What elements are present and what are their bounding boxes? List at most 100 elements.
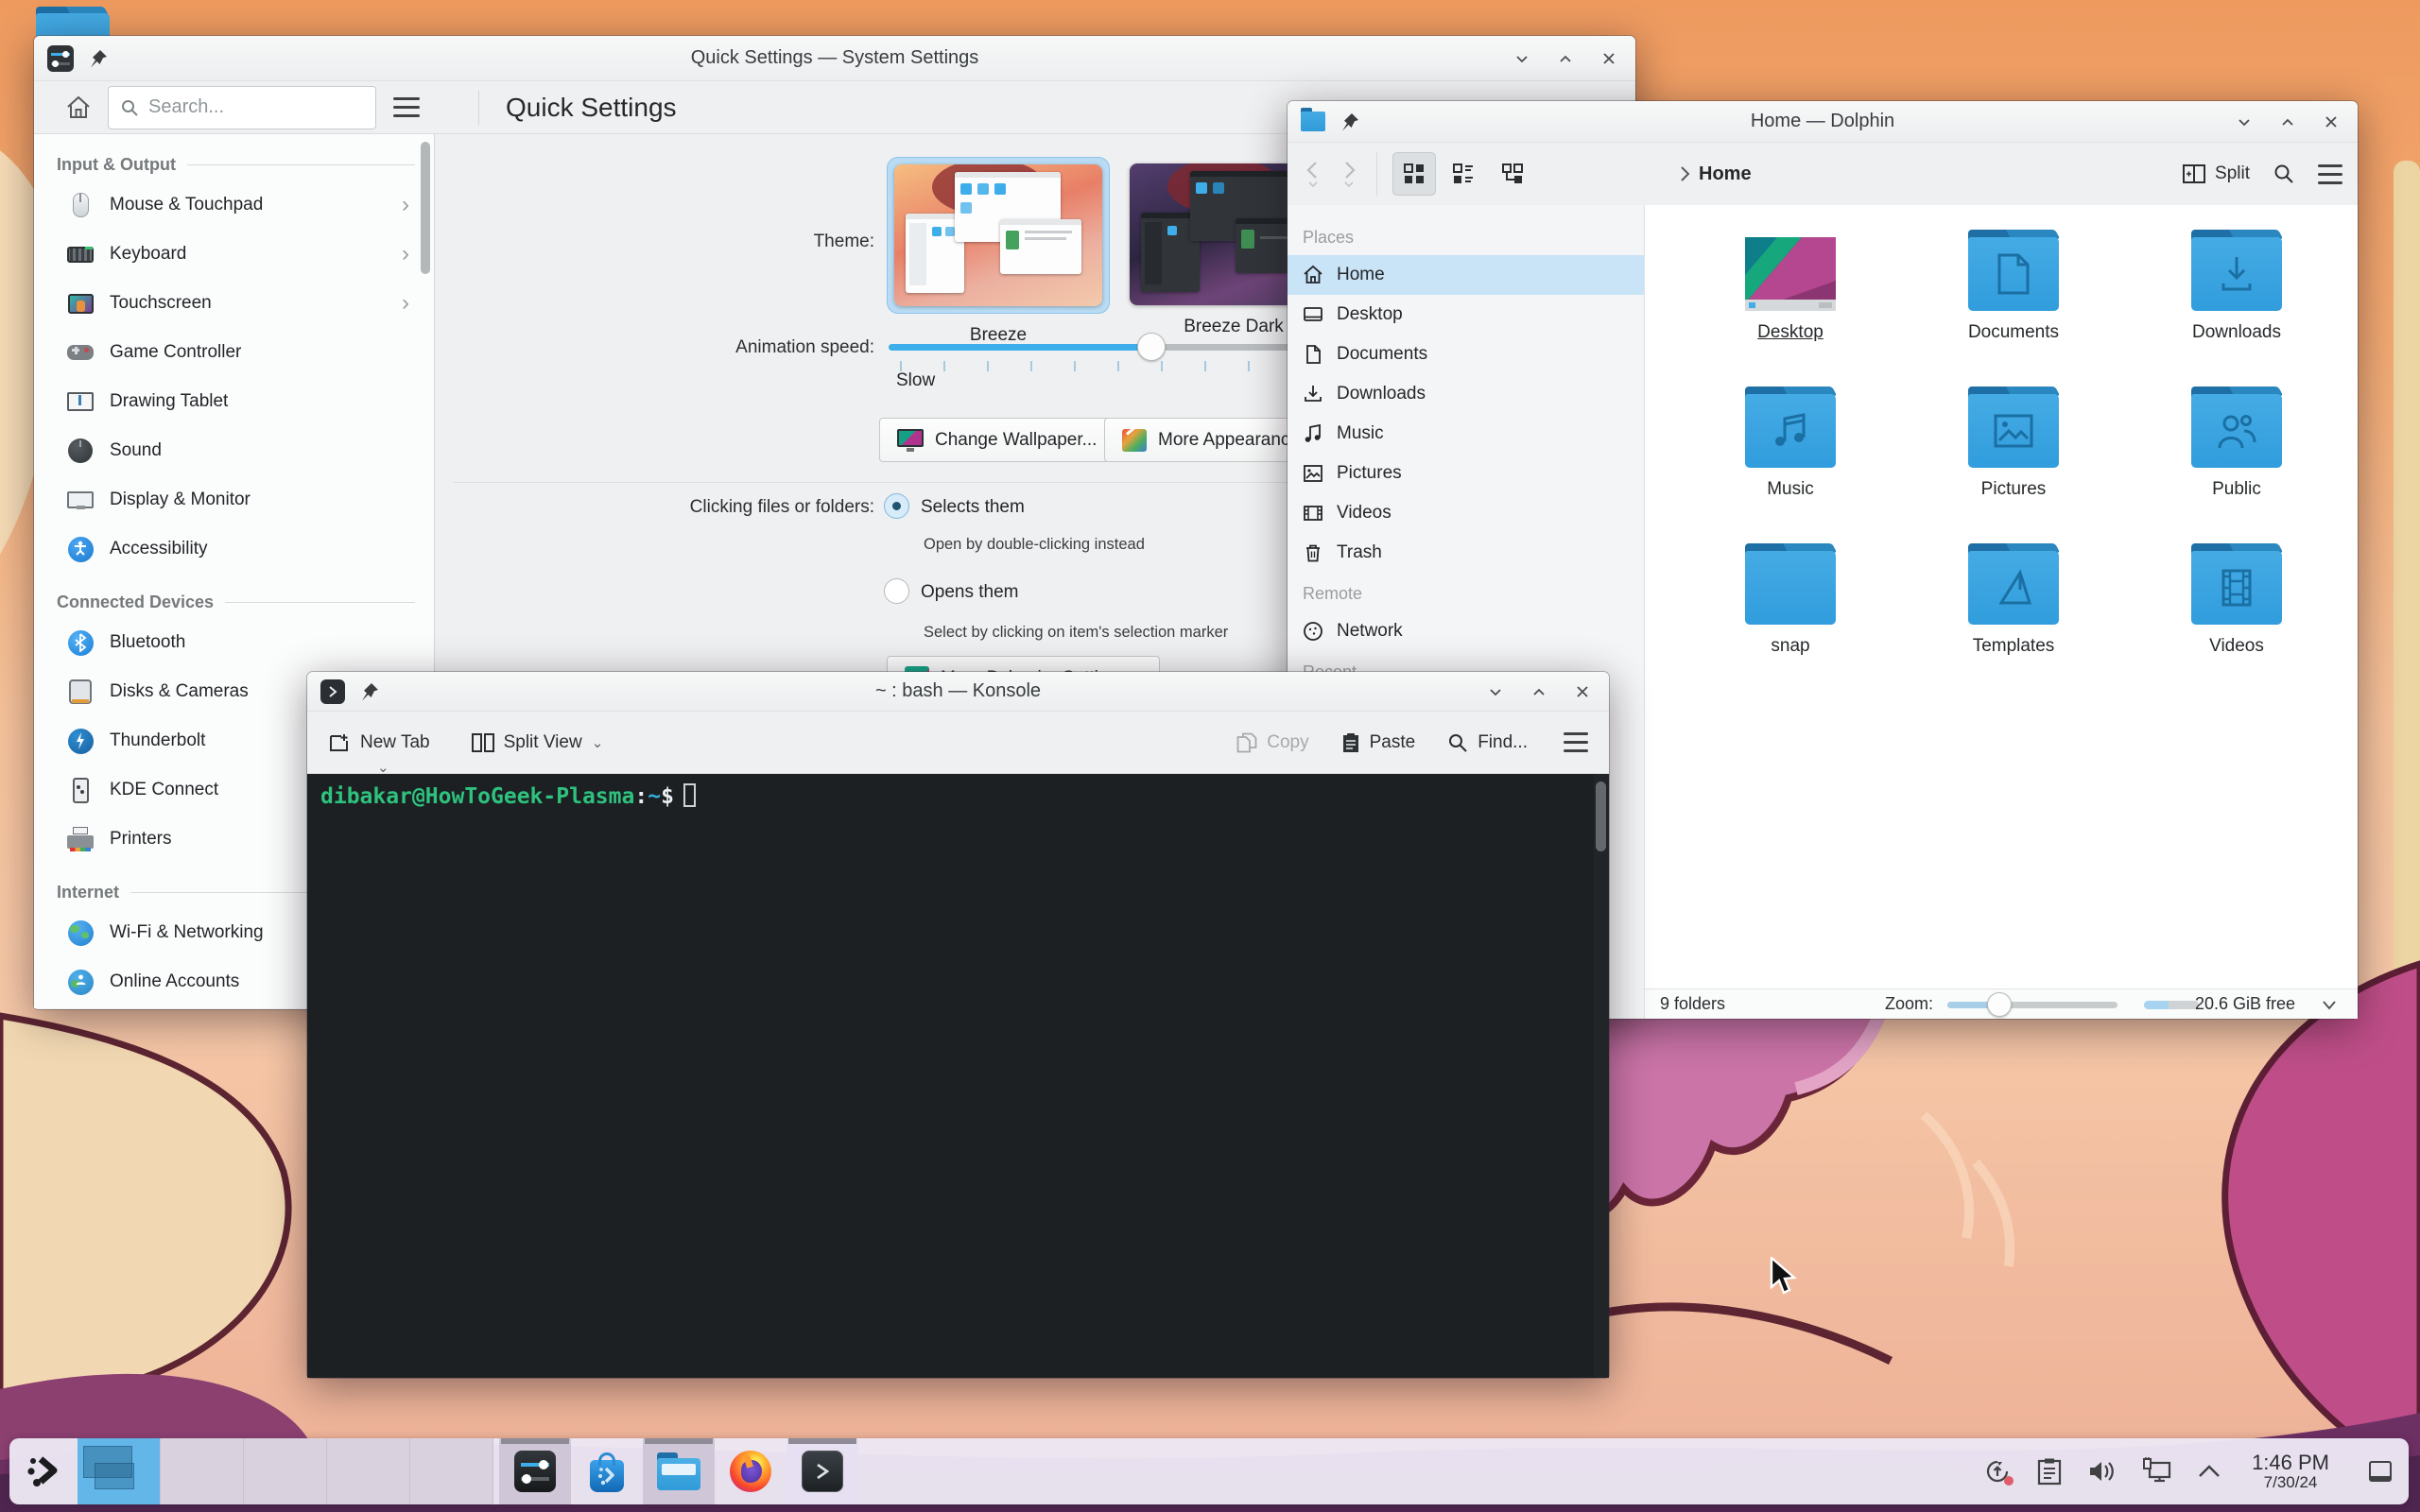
places-item-desktop[interactable]: Desktop (1288, 295, 1644, 335)
image-icon (1303, 463, 1323, 484)
opens-them-label[interactable]: Opens them (921, 582, 1019, 603)
task-konsole[interactable] (786, 1438, 858, 1504)
bluetooth-icon (66, 628, 95, 657)
selects-them-label[interactable]: Selects them (921, 497, 1025, 518)
folder-item-videos[interactable]: Videos (2125, 543, 2348, 700)
desktop-3-cell[interactable] (244, 1438, 327, 1504)
task-firefox[interactable] (715, 1438, 786, 1504)
hamburger-menu-button[interactable] (2318, 164, 2342, 184)
app-launcher-button[interactable] (26, 1454, 60, 1488)
paste-button[interactable]: Paste (1341, 732, 1416, 753)
folder-item-public[interactable]: Public (2125, 387, 2348, 543)
places-item-pictures[interactable]: Pictures (1288, 454, 1644, 493)
new-tab-button[interactable]: New Tab ⌄ (328, 732, 430, 753)
animation-speed-label: Animation speed: (553, 337, 874, 358)
dolphin-titlebar[interactable]: Home — Dolphin (1288, 101, 2358, 143)
breeze-theme-preview (894, 164, 1102, 306)
desktop-folder-icon (1745, 237, 1836, 311)
folder-view[interactable]: Desktop Documents Downloads (1645, 205, 2358, 988)
folder-item-desktop[interactable]: Desktop (1679, 230, 1902, 387)
volume-icon[interactable] (2087, 1458, 2118, 1485)
disk-icon (66, 678, 95, 706)
animation-speed-value: Slow (896, 370, 935, 391)
chevron-down-icon[interactable] (2322, 1000, 2337, 1011)
updates-icon[interactable] (1983, 1457, 2012, 1486)
folder-item-documents[interactable]: Documents (1902, 230, 2125, 387)
konsole-titlebar[interactable]: ~ : bash — Konsole (307, 672, 1609, 712)
change-wallpaper-button[interactable]: Change Wallpaper... (879, 418, 1115, 462)
thunderbolt-icon (66, 727, 95, 755)
places-item-trash[interactable]: Trash (1288, 533, 1644, 573)
icons-view-button[interactable] (1392, 152, 1436, 196)
window-title: Home — Dolphin (1288, 111, 2358, 132)
sidebar-item-bluetooth[interactable]: Bluetooth (34, 618, 434, 667)
sidebar-item-keyboard[interactable]: Keyboard› (34, 230, 434, 279)
copy-button[interactable]: Copy (1236, 732, 1308, 753)
folder-item-music[interactable]: Music (1679, 387, 1902, 543)
sidebar-item-drawing-tablet[interactable]: Drawing Tablet (34, 377, 434, 426)
hamburger-menu-button[interactable] (1564, 732, 1588, 752)
forward-button[interactable] (1339, 160, 1359, 188)
task-dolphin[interactable] (643, 1438, 715, 1504)
desktop-4-cell[interactable] (327, 1438, 410, 1504)
sidebar-scrollbar[interactable] (421, 142, 430, 274)
search-input[interactable]: Search... (108, 86, 376, 129)
folder-item-downloads[interactable]: Downloads (2125, 230, 2348, 387)
desktop-1-cell[interactable] (78, 1438, 161, 1504)
desktop-5-cell[interactable] (410, 1438, 493, 1504)
split-view-button[interactable]: Split View ⌄ (472, 732, 604, 753)
film-icon (1303, 503, 1323, 524)
desktop-2-cell[interactable] (161, 1438, 244, 1504)
places-header: Places (1303, 228, 1644, 248)
zoom-slider-handle[interactable] (1987, 992, 2012, 1017)
zoom-label: Zoom: (1885, 994, 1933, 1014)
sound-icon (66, 437, 95, 465)
search-icon[interactable] (2273, 163, 2295, 185)
clipboard-icon[interactable] (2036, 1457, 2063, 1486)
terminal-scrollbar[interactable] (1594, 774, 1609, 1378)
find-button[interactable]: Find... (1447, 732, 1528, 753)
task-discover[interactable] (571, 1438, 643, 1504)
places-item-home[interactable]: Home (1288, 255, 1644, 295)
tray-expand-icon[interactable] (2197, 1464, 2221, 1479)
opens-them-radio[interactable] (884, 578, 909, 604)
digital-clock[interactable]: 1:46 PM 7/30/24 (2252, 1452, 2329, 1492)
places-item-videos[interactable]: Videos (1288, 493, 1644, 533)
sidebar-item-accessibility[interactable]: Accessibility (34, 524, 434, 574)
firefox-icon (730, 1451, 771, 1492)
animation-slider-handle[interactable] (1137, 333, 1166, 361)
home-button[interactable] (64, 94, 93, 122)
places-item-downloads[interactable]: Downloads (1288, 374, 1644, 414)
hamburger-menu-button[interactable] (393, 97, 420, 117)
sidebar-item-sound[interactable]: Sound (34, 426, 434, 475)
places-item-network[interactable]: Network (1288, 611, 1644, 651)
tree-view-button[interactable] (1491, 152, 1534, 196)
clock-time: 1:46 PM (2252, 1452, 2329, 1474)
terminal[interactable]: dibakar@HowToGeek-Plasma:~$ (307, 774, 1609, 1378)
sidebar-item-display-monitor[interactable]: Display & Monitor (34, 475, 434, 524)
folder-item-templates[interactable]: Templates (1902, 543, 2125, 700)
chevron-right-icon (1678, 165, 1691, 182)
details-view-button[interactable] (1442, 152, 1485, 196)
folder-item-snap[interactable]: snap (1679, 543, 1902, 700)
network-icon[interactable] (2142, 1457, 2172, 1486)
sidebar-item-mouse-touchpad[interactable]: Mouse & Touchpad› (34, 180, 434, 230)
folder-item-pictures[interactable]: Pictures (1902, 387, 2125, 543)
system-settings-titlebar[interactable]: Quick Settings — System Settings (34, 36, 1635, 81)
sidebar-item-game-controller[interactable]: Game Controller (34, 328, 434, 377)
folder-icon (1968, 237, 2059, 311)
places-item-documents[interactable]: Documents (1288, 335, 1644, 374)
back-button[interactable] (1303, 160, 1323, 188)
breadcrumb[interactable]: Home (1678, 163, 1752, 185)
selects-them-radio[interactable] (884, 493, 909, 519)
task-system-settings[interactable] (499, 1438, 571, 1504)
theme-option-breeze[interactable]: Breeze (887, 157, 1110, 346)
folder-icon (2191, 237, 2282, 311)
split-button[interactable]: Split (2183, 163, 2250, 184)
places-item-music[interactable]: Music (1288, 414, 1644, 454)
clock-date: 7/30/24 (2252, 1474, 2329, 1492)
virtual-desktop-pager[interactable] (78, 1438, 493, 1504)
sidebar-item-touchscreen[interactable]: Touchscreen› (34, 279, 434, 328)
new-tab-icon (328, 732, 351, 753)
show-desktop-button[interactable] (2369, 1461, 2392, 1482)
